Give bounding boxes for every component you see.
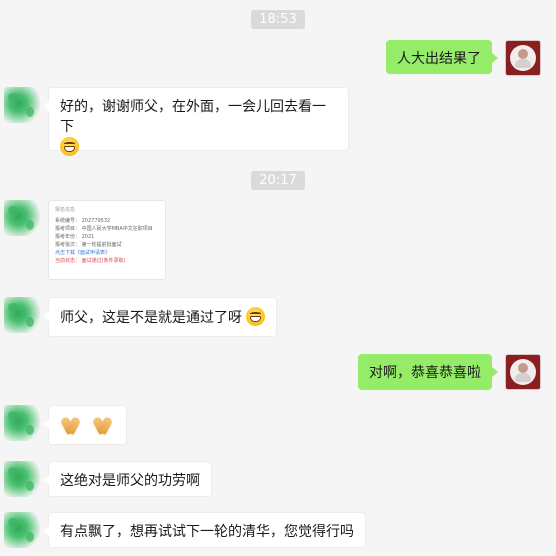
message-text: 对啊，恭喜恭喜啦 [369, 365, 481, 381]
message-bubble-received[interactable] [43, 405, 127, 445]
chat-window: 18:53 人大出结果了 好的，谢谢师父，在外面，一会儿回去看一下 20:17 … [0, 0, 556, 556]
image-line: 报考批次： 第一轮提前批面试 [55, 242, 122, 248]
image-line-link: 点击下载《面试申请表》 [55, 250, 111, 256]
message-bubble-received[interactable]: 师父，这是不是就是通过了呀 [42, 297, 278, 337]
grin-emoji-icon [60, 137, 79, 156]
image-line-status: 当前状态： 面试通过(条件录取) [55, 258, 126, 264]
image-line: 报名信息 [55, 207, 76, 213]
avatar-contact[interactable] [4, 297, 40, 333]
avatar-self[interactable] [505, 40, 541, 76]
timestamp: 20:17 [0, 169, 556, 190]
image-line: 报考年份： 2021 [55, 234, 95, 240]
message-bubble-received[interactable]: 这绝对是师父的功劳啊 [43, 461, 212, 497]
image-line: 报考项目： 中国人民大学MBA中文在职项目 [55, 226, 153, 232]
message-bubble-sent[interactable]: 对啊，恭喜恭喜啦 [358, 354, 498, 390]
timestamp: 18:53 [0, 8, 556, 29]
grin-emoji-icon [246, 307, 266, 326]
timestamp-label: 18:53 [251, 10, 305, 29]
message-text: 人大出结果了 [397, 51, 481, 67]
message-bubble-sent[interactable]: 人大出结果了 [386, 40, 498, 74]
image-message-thumbnail[interactable]: 报名信息 系统编号： 202779532 报考项目： 中国人民大学MBA中文在职… [48, 200, 166, 280]
message-bubble-received[interactable]: 好的，谢谢师父，在外面，一会儿回去看一下 [43, 87, 349, 156]
avatar-contact[interactable] [4, 512, 40, 548]
avatar-contact[interactable] [4, 87, 40, 123]
avatar-portrait [510, 359, 536, 385]
message-bubble-received[interactable]: 有点飘了，想再试试下一轮的清华，您觉得行吗 [43, 512, 366, 548]
avatar-portrait [510, 45, 536, 71]
image-line: 系统编号： 202779532 [55, 218, 111, 224]
message-text: 好的，谢谢师父，在外面，一会儿回去看一下 [60, 99, 326, 135]
avatar-contact[interactable] [4, 405, 40, 441]
message-text: 有点飘了，想再试试下一轮的清华，您觉得行吗 [60, 524, 354, 540]
folded-hands-emoji-icon [59, 415, 81, 435]
timestamp-label: 20:17 [251, 171, 305, 190]
avatar-contact[interactable] [4, 461, 40, 497]
avatar-contact[interactable] [4, 200, 40, 236]
message-text: 这绝对是师父的功劳啊 [60, 473, 200, 489]
message-text: 师父，这是不是就是通过了呀 [60, 310, 242, 326]
avatar-self[interactable] [505, 354, 541, 390]
folded-hands-emoji-icon [91, 415, 113, 435]
